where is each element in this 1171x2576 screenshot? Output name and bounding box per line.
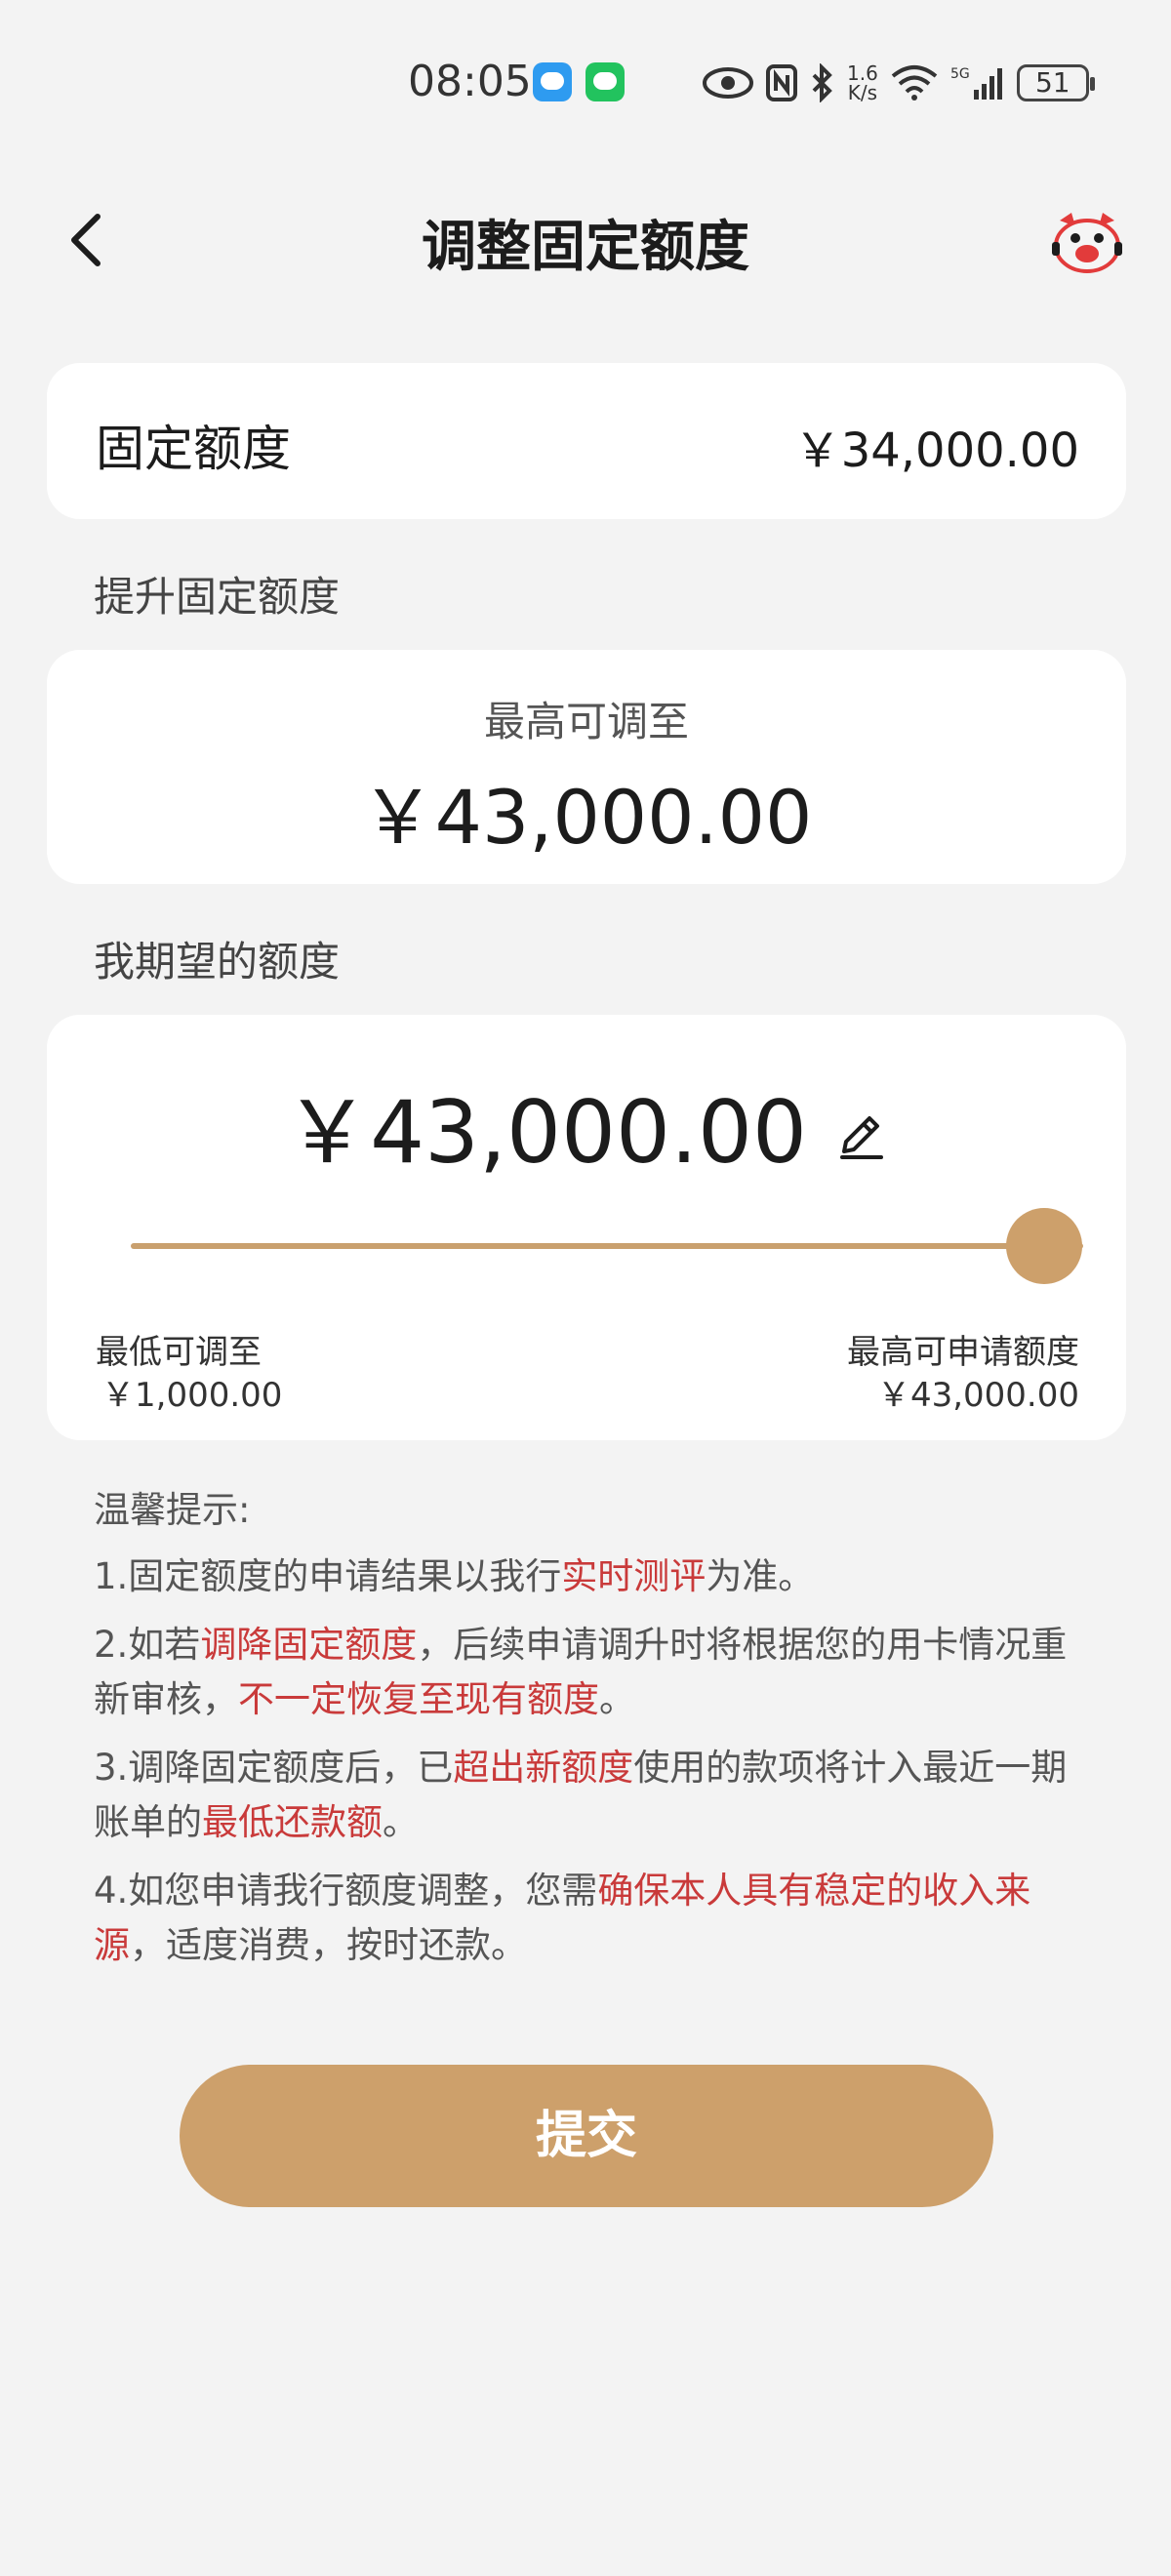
battery-icon: 51 <box>1016 64 1095 101</box>
submit-button[interactable]: 提交 <box>180 2065 993 2207</box>
bluetooth-icon <box>812 63 832 102</box>
tips-title: 温馨提示: <box>94 1489 251 1531</box>
fixed-limit-value: ￥34,000.00 <box>793 423 1079 478</box>
limit-slider-track[interactable] <box>131 1243 1083 1249</box>
max-adjustable-label: 最高可调至 <box>483 698 689 745</box>
status-bar: 08:05 1.6 K/s 5G 51 <box>0 0 1171 166</box>
expected-limit-card: ￥43,000.00 最低可调至 ￥1,000.00 最高可申请额度 ￥43,0… <box>47 1015 1126 1440</box>
eye-icon <box>703 67 753 99</box>
wifi-icon <box>891 65 938 101</box>
tip-1: 1.固定额度的申请结果以我行实时测评为准。 <box>94 1555 815 1597</box>
tip-4: 4.如您申请我行额度调整，您需确保本人具有稳定的收入来源，适度消费，按时还款。 <box>94 1870 1031 1966</box>
mascot-icon[interactable] <box>1050 209 1124 275</box>
svg-text:5G: 5G <box>950 66 970 82</box>
max-adjustable-card: 最高可调至 ￥43,000.00 <box>47 650 1126 884</box>
tip-2: 2.如若调降固定额度，后续申请调升时将根据您的用卡情况重新审核，不一定恢复至现有… <box>94 1624 1068 1720</box>
status-icons: 1.6 K/s 5G 51 <box>703 59 1095 107</box>
max-adjustable-value: ￥43,000.00 <box>360 774 813 861</box>
min-adjustable-value: ￥1,000.00 <box>101 1376 283 1415</box>
app-header: 调整固定额度 <box>0 185 1171 293</box>
min-adjustable-label: 最低可调至 <box>96 1333 262 1372</box>
nfc-icon <box>766 64 797 101</box>
fixed-limit-label: 固定额度 <box>96 421 291 477</box>
max-apply-value: ￥43,000.00 <box>876 1376 1079 1415</box>
fixed-limit-card: 固定额度 ￥34,000.00 <box>47 363 1126 519</box>
expected-limit-value[interactable]: ￥43,000.00 <box>284 1064 807 1187</box>
signal-icon: 5G <box>950 66 1002 100</box>
limit-slider-thumb[interactable] <box>1006 1208 1082 1284</box>
network-speed: 1.6 K/s <box>847 61 878 104</box>
page-title: 调整固定额度 <box>422 216 749 279</box>
raise-section-title: 提升固定额度 <box>94 573 341 621</box>
status-time: 08:05 <box>408 57 532 106</box>
max-apply-label: 最高可申请额度 <box>847 1333 1079 1372</box>
expected-value-row: ￥43,000.00 <box>47 1064 1126 1187</box>
message-app-icon <box>533 62 572 101</box>
tip-3: 3.调降固定额度后，已超出新额度使用的款项将计入最近一期账单的最低还款额。 <box>94 1747 1068 1843</box>
tips-section: 温馨提示: 1.固定额度的申请结果以我行实时测评为准。 2.如若调降固定额度，后… <box>94 1483 1089 1987</box>
edit-pencil-icon[interactable] <box>834 1108 889 1163</box>
wechat-icon <box>586 62 625 101</box>
expect-section-title: 我期望的额度 <box>94 938 341 986</box>
